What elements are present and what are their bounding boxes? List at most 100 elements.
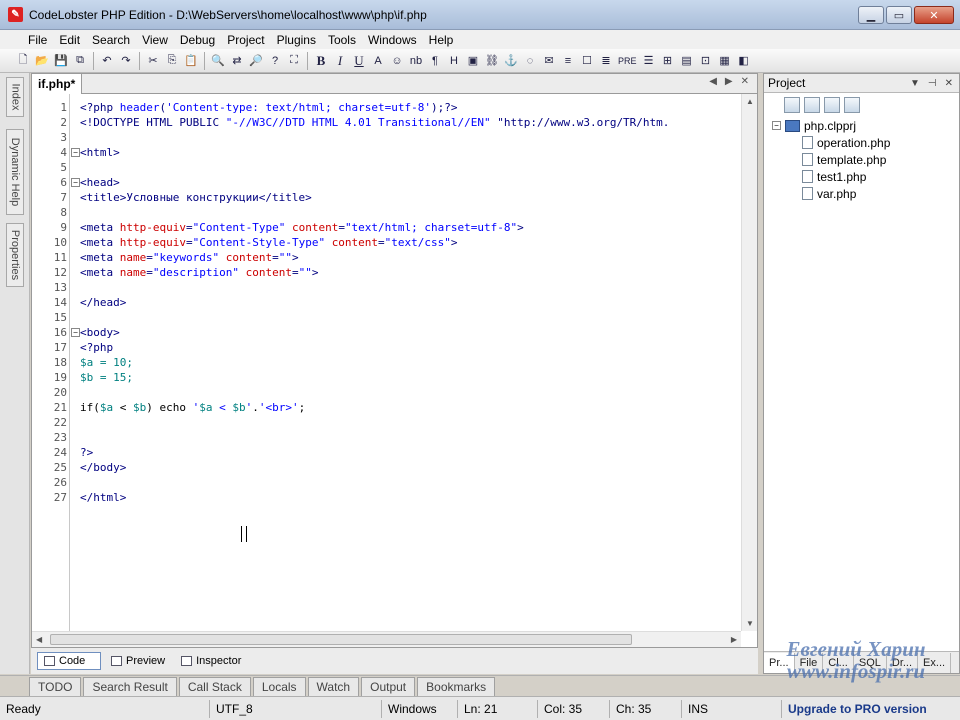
menu-view[interactable]: View (136, 33, 174, 47)
menu-edit[interactable]: Edit (53, 33, 86, 47)
code-line[interactable]: 24 ?> (32, 445, 741, 460)
tab-next-icon[interactable]: ▶ (725, 76, 733, 87)
code-line[interactable]: 6− <head> (32, 175, 741, 190)
form-icon[interactable]: ▤ (678, 52, 696, 70)
code-line[interactable]: 19 $b = 15; (32, 370, 741, 385)
scroll-right-icon[interactable]: ▶ (731, 635, 737, 644)
code-line[interactable]: 12 <meta name="description" content=""> (32, 265, 741, 280)
code-line[interactable]: 10 <meta http-equiv="Content-Style-Type" … (32, 235, 741, 250)
code-line[interactable]: 13 (32, 280, 741, 295)
find-in-files-icon[interactable]: 🔎 (247, 52, 265, 70)
menu-plugins[interactable]: Plugins (271, 33, 322, 47)
paragraph-button[interactable]: ¶ (426, 52, 444, 70)
code-line[interactable]: 11 <meta name="keywords" content=""> (32, 250, 741, 265)
tab-call-stack[interactable]: Call Stack (178, 676, 251, 696)
code-line[interactable]: 8 (32, 205, 741, 220)
horizontal-scroll-thumb[interactable] (50, 634, 632, 645)
tab-locals[interactable]: Locals (252, 676, 306, 696)
settings-icon[interactable] (844, 97, 860, 113)
preview-icon[interactable]: ⊡ (697, 52, 715, 70)
code-line[interactable]: 5 (32, 160, 741, 175)
underline-button[interactable]: U (350, 52, 368, 70)
font-button[interactable]: A (369, 52, 387, 70)
pre-button[interactable]: PRE (616, 52, 639, 70)
scroll-up-icon[interactable]: ▲ (746, 97, 754, 106)
link-icon[interactable]: ⛓ (483, 52, 501, 70)
menu-debug[interactable]: Debug (174, 33, 221, 47)
save-icon[interactable]: 💾 (52, 52, 70, 70)
fold-toggle-icon[interactable]: − (71, 178, 80, 187)
tab-sql[interactable]: SQL (854, 652, 887, 673)
tab-file[interactable]: File (795, 652, 824, 673)
scroll-left-icon[interactable]: ◀ (36, 635, 42, 644)
minimize-button[interactable]: ▁ (858, 6, 884, 24)
tab-drupal[interactable]: Dr... (887, 652, 919, 673)
replace-icon[interactable]: ⇄ (228, 52, 246, 70)
tab-project[interactable]: Pr... (764, 652, 795, 673)
tab-properties[interactable]: Properties (6, 223, 24, 287)
code-line[interactable]: 16− <body> (32, 325, 741, 340)
code-line[interactable]: 25 </body> (32, 460, 741, 475)
tab-class[interactable]: Cl... (823, 652, 854, 673)
code-line[interactable]: 14 </head> (32, 295, 741, 310)
tree-root[interactable]: − php.clpprj (772, 117, 959, 134)
redo-icon[interactable]: ↷ (117, 52, 135, 70)
list-icon[interactable]: ☰ (640, 52, 658, 70)
tab-dynamic-help[interactable]: Dynamic Help (6, 129, 24, 215)
tree-file[interactable]: var.php (772, 185, 959, 202)
panel-close-icon[interactable]: ✕ (945, 78, 953, 89)
collapse-toggle-icon[interactable]: − (772, 121, 781, 130)
code-line[interactable]: 27 </html> (32, 490, 741, 505)
tab-output[interactable]: Output (361, 676, 416, 696)
tab-explorer[interactable]: Ex... (918, 652, 952, 673)
tab-prev-icon[interactable]: ◀ (709, 76, 717, 87)
find-icon[interactable]: 🔍 (209, 52, 227, 70)
code-line[interactable]: 15 (32, 310, 741, 325)
menu-file[interactable]: File (22, 33, 53, 47)
tab-preview[interactable]: Preview (105, 652, 171, 670)
italic-button[interactable]: I (331, 52, 349, 70)
menu-project[interactable]: Project (221, 33, 270, 47)
tab-watch[interactable]: Watch (307, 676, 360, 696)
save-all-icon[interactable]: ⧉ (71, 52, 89, 70)
maximize-button[interactable]: ▭ (886, 6, 912, 24)
code-area[interactable]: 1 <?php header('Content-type: text/html; … (32, 94, 741, 631)
code-line[interactable]: 2 <!DOCTYPE HTML PUBLIC "-//W3C//DTD HTML… (32, 115, 741, 130)
email-icon[interactable]: ✉ (540, 52, 558, 70)
horizontal-scrollbar[interactable]: ◀ ▶ (32, 631, 741, 647)
code-line[interactable]: 1 <?php header('Content-type: text/html; … (32, 100, 741, 115)
page-icon[interactable]: ◧ (735, 52, 753, 70)
expand-icon[interactable] (804, 97, 820, 113)
menu-tools[interactable]: Tools (322, 33, 362, 47)
menu-search[interactable]: Search (86, 33, 136, 47)
copy-icon[interactable]: ⎘ (163, 52, 181, 70)
tab-inspector[interactable]: Inspector (175, 652, 247, 670)
tab-index[interactable]: Index (6, 77, 24, 117)
open-icon[interactable]: 📂 (33, 52, 51, 70)
close-button[interactable]: ✕ (914, 6, 954, 24)
fold-toggle-icon[interactable]: − (71, 328, 80, 337)
bold-button[interactable]: B (312, 52, 330, 70)
nbsp-button[interactable]: nb (407, 52, 425, 70)
code-line[interactable]: 17 <?php (32, 340, 741, 355)
code-line[interactable]: 20 (32, 385, 741, 400)
hr-icon[interactable]: ≡ (559, 52, 577, 70)
code-line[interactable]: 23 (32, 430, 741, 445)
align-icon[interactable]: ≣ (597, 52, 615, 70)
vertical-scrollbar[interactable]: ▲ ▼ (741, 94, 757, 631)
tab-search-result[interactable]: Search Result (83, 676, 177, 696)
anchor-icon[interactable]: ⚓ (502, 52, 520, 70)
tab-close-icon[interactable]: ✕ (741, 76, 749, 87)
pin-icon[interactable]: ⊣ (928, 78, 937, 89)
collapse-icon[interactable] (784, 97, 800, 113)
code-line[interactable]: 22 (32, 415, 741, 430)
code-line[interactable]: 4− <html> (32, 145, 741, 160)
file-tab[interactable]: if.php* (32, 74, 83, 94)
undo-icon[interactable]: ↶ (98, 52, 116, 70)
color-icon[interactable]: ☺ (388, 52, 406, 70)
code-line[interactable]: 18 $a = 10; (32, 355, 741, 370)
code-line[interactable]: 21 if($a < $b) echo '$a < $b'.'<br>'; (32, 400, 741, 415)
menu-help[interactable]: Help (423, 33, 460, 47)
tree-file[interactable]: test1.php (772, 168, 959, 185)
help-icon[interactable]: ? (266, 52, 284, 70)
